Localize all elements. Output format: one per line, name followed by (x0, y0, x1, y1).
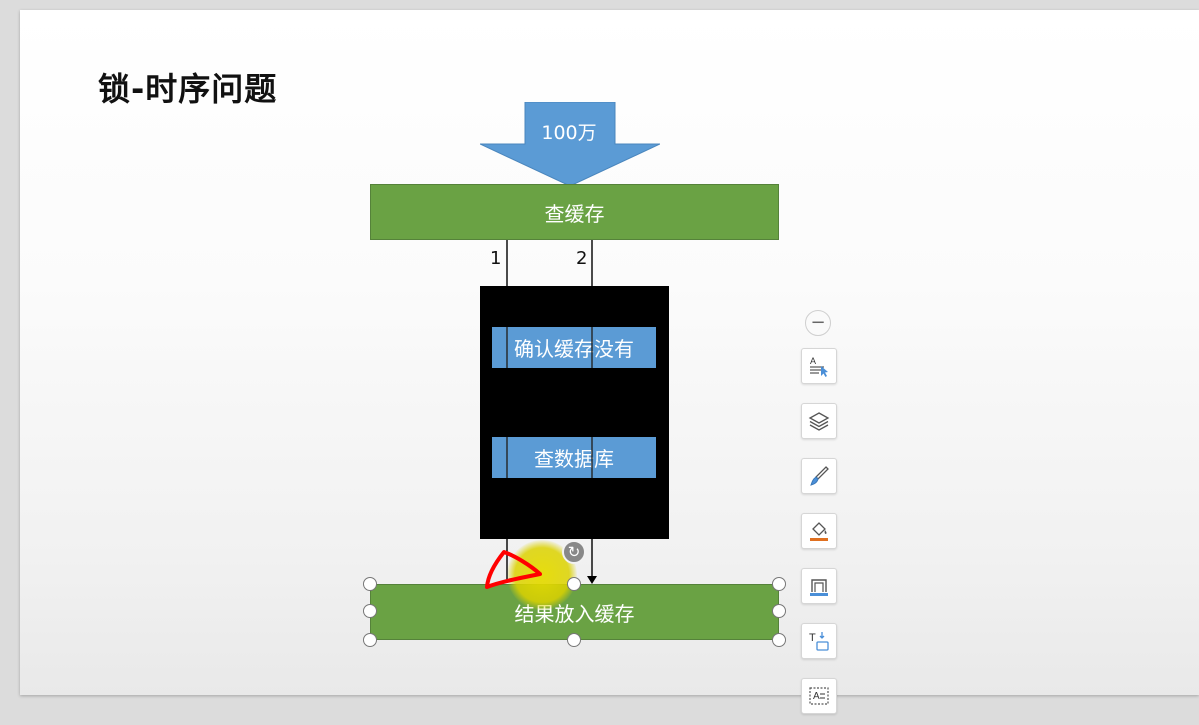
text-box-button[interactable]: A (801, 678, 837, 714)
text-box-icon: A (809, 687, 829, 705)
svg-text:T: T (809, 632, 816, 644)
brush-button[interactable] (801, 458, 837, 494)
floating-toolbar: − A T A (797, 306, 841, 721)
query-cache-box[interactable]: 查缓存 (370, 184, 779, 240)
query-database-box[interactable]: 查数据库 (492, 437, 656, 478)
brush-icon (810, 466, 829, 486)
text-wrap-icon: T (809, 632, 829, 651)
arrow-label: 100万 (541, 122, 597, 144)
black-block-shape[interactable] (480, 286, 669, 539)
svg-text:A: A (813, 691, 820, 702)
confirm-cache-label: 确认缓存没有 (514, 337, 634, 361)
layers-icon (808, 412, 830, 431)
resize-handle-bottom-right[interactable] (772, 633, 786, 647)
result-to-cache-box[interactable]: 结果放入缓存 (370, 584, 779, 640)
shape-outline-icon (810, 579, 828, 596)
layers-button[interactable] (801, 403, 837, 439)
query-cache-label: 查缓存 (544, 201, 605, 226)
resize-handle-middle-right[interactable] (772, 604, 786, 618)
resize-handle-bottom-center[interactable] (567, 633, 581, 647)
resize-handle-top-right[interactable] (772, 577, 786, 591)
collapse-toolbar-button[interactable]: − (805, 310, 831, 336)
outline-button[interactable] (801, 568, 837, 604)
confirm-cache-empty-box[interactable]: 确认缓存没有 (492, 327, 656, 368)
svg-text:A: A (810, 356, 816, 366)
thread-2-label: 2 (576, 248, 588, 269)
resize-handle-bottom-left[interactable] (363, 633, 377, 647)
resize-handle-middle-left[interactable] (363, 604, 377, 618)
resize-handle-top-left[interactable] (363, 577, 377, 591)
fill-bucket-icon (810, 522, 828, 541)
fill-color-button[interactable] (801, 513, 837, 549)
text-select-button[interactable]: A (801, 348, 837, 384)
text-select-icon: A (810, 356, 828, 377)
query-database-label: 查数据库 (534, 447, 614, 471)
resize-handle-top-center[interactable] (567, 577, 581, 591)
thread-1-label: 1 (490, 248, 502, 269)
slide-title[interactable]: 锁-时序问题 (98, 64, 277, 110)
rotate-handle-icon[interactable]: ↻ (562, 540, 586, 564)
text-wrap-button[interactable]: T (801, 623, 837, 659)
